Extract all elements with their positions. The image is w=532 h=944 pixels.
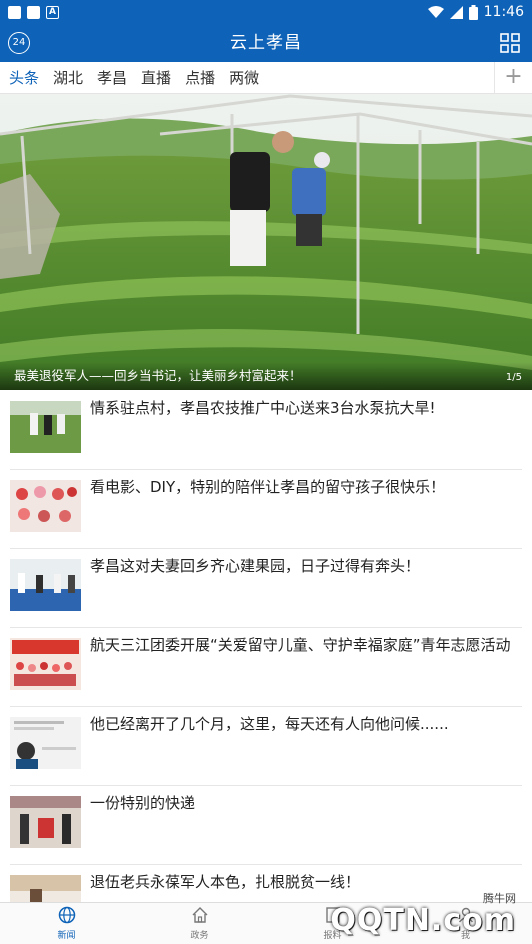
tab-vod[interactable]: 点播: [178, 63, 222, 93]
hero-pagination: 1/5: [505, 372, 522, 383]
news-title: 他已经离开了几个月，这里，每天还有人向他问候......: [90, 715, 449, 733]
nav-government-label: 政务: [190, 931, 209, 941]
signal-icon: [449, 5, 463, 19]
status-bar: A 11:46: [0, 0, 532, 24]
tab-headlines[interactable]: 头条: [0, 63, 46, 93]
bottom-navigation: 新闻 政务 报料 我: [0, 902, 532, 944]
news-thumbnail: [10, 401, 81, 453]
tab-xiaochang[interactable]: 孝昌: [90, 63, 134, 93]
hero-caption: 最美退役军人——回乡当书记，让美丽乡村富起来！: [0, 362, 532, 390]
report-icon: [325, 907, 340, 923]
list-item[interactable]: 他已经离开了几个月，这里，每天还有人向他问候......: [10, 707, 522, 786]
news-title: 情系驻点村，孝昌农技推广中心送来3台水泵抗大旱!: [90, 399, 436, 417]
news-title: 航天三江团委开展“关爱留守儿童、守护幸福家庭”青年志愿活动: [90, 636, 511, 654]
list-item[interactable]: 情系驻点村，孝昌农技推广中心送来3台水泵抗大旱!: [10, 391, 522, 470]
nav-report-label: 报料: [323, 931, 342, 941]
news-title: 一份特别的快递: [90, 794, 196, 812]
nav-report[interactable]: 报料: [266, 903, 399, 944]
tab-weibo-wechat[interactable]: 两微: [222, 63, 266, 93]
news-list: 情系驻点村，孝昌农技推广中心送来3台水泵抗大旱! 看电影、DIY，特别的陪伴让孝…: [0, 391, 532, 944]
news-title: 孝昌这对夫妻回乡齐心建果园，日子过得有奔头！: [90, 557, 421, 575]
user-icon: [458, 907, 473, 923]
add-channel-button[interactable]: +: [494, 62, 532, 93]
news-thumbnail: [10, 717, 81, 769]
list-item[interactable]: 一份特别的快递: [10, 786, 522, 865]
list-item[interactable]: 孝昌这对夫妻回乡齐心建果园，日子过得有奔头！: [10, 549, 522, 628]
channel-tabs: 头条 湖北 孝昌 直播 点播 两微 +: [0, 62, 532, 94]
notification-square-icon: [8, 5, 21, 19]
page-title: 云上孝昌: [230, 33, 302, 53]
notification-square-icon: [27, 5, 40, 19]
notification-icons: A: [8, 5, 59, 19]
list-item[interactable]: 看电影、DIY，特别的陪伴让孝昌的留守孩子很快乐！: [10, 470, 522, 549]
hero-banner[interactable]: 最美退役军人——回乡当书记，让美丽乡村富起来！ 1/5: [0, 94, 532, 390]
app-header: 24 云上孝昌: [0, 24, 532, 62]
news-title: 退伍老兵永葆军人本色，扎根脱贫一线！: [90, 873, 361, 891]
clock: 11:46: [483, 4, 524, 20]
news-thumbnail: [10, 559, 81, 611]
nav-me[interactable]: 我: [399, 903, 532, 944]
nav-me-label: 我: [460, 931, 470, 941]
news-thumbnail: [10, 796, 81, 848]
news-thumbnail: [10, 480, 81, 532]
nav-government[interactable]: 政务: [133, 903, 266, 944]
nav-news-label: 新闻: [57, 931, 76, 941]
a-notification-icon: A: [46, 5, 59, 19]
nav-news[interactable]: 新闻: [0, 903, 133, 944]
tab-live[interactable]: 直播: [134, 63, 178, 93]
wifi-icon: [427, 5, 444, 18]
globe-icon: [58, 906, 75, 924]
news-title: 看电影、DIY，特别的陪伴让孝昌的留守孩子很快乐！: [90, 478, 446, 496]
hero-image: [0, 94, 532, 390]
home-icon: [192, 907, 207, 923]
list-item[interactable]: 航天三江团委开展“关爱留守儿童、守护幸福家庭”青年志愿活动: [10, 628, 522, 707]
battery-icon: [468, 4, 478, 20]
grid-icon[interactable]: [500, 33, 520, 53]
tab-hubei[interactable]: 湖北: [46, 63, 90, 93]
news-thumbnail: [10, 638, 81, 690]
